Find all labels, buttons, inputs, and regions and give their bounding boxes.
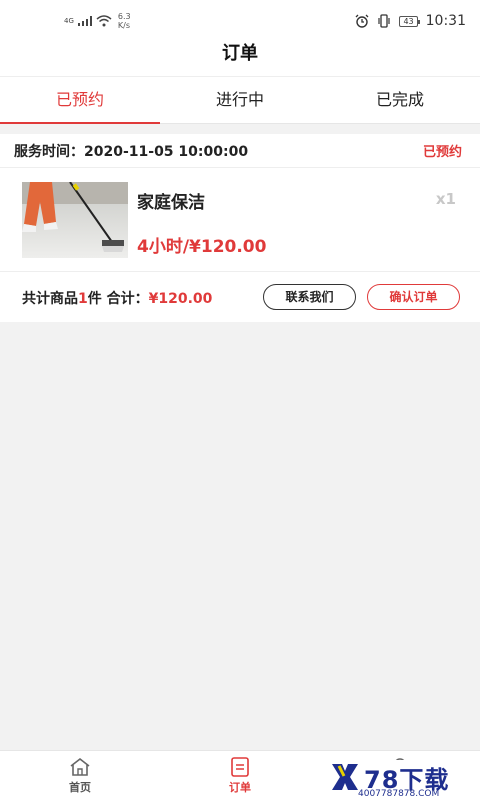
alarm-icon	[355, 14, 369, 28]
watermark-logo: 78下载 4007787878.COM	[328, 760, 480, 800]
clock: 10:31	[425, 13, 466, 29]
nav-orders[interactable]: 订单	[160, 751, 320, 800]
vibrate-icon	[378, 14, 391, 28]
order-item[interactable]: 家庭保洁 x1 4小时/¥120.00	[0, 168, 480, 272]
summary-label: 件 合计：	[87, 291, 149, 307]
summary-count: 1	[78, 291, 88, 307]
item-quantity: x1	[435, 190, 456, 208]
order-header: 服务时间：2020-11-05 10:00:00 已预约	[0, 134, 480, 168]
speed-unit: K/s	[117, 21, 130, 30]
wifi-icon	[96, 15, 112, 27]
service-time: 服务时间：2020-11-05 10:00:00	[14, 143, 249, 160]
order-footer: 共计商品1件 合计：¥120.00 联系我们 确认订单	[0, 272, 480, 322]
nav-home-label: 首页	[69, 781, 91, 794]
contact-us-button[interactable]: 联系我们	[263, 284, 356, 310]
status-left: 4G 6.3 K/s	[64, 12, 131, 30]
nav-home[interactable]: 首页	[0, 751, 160, 800]
confirm-order-button[interactable]: 确认订单	[367, 284, 460, 310]
order-card[interactable]: 服务时间：2020-11-05 10:00:00 已预约 家庭保洁 x1 4小时…	[0, 134, 480, 322]
tab-completed[interactable]: 已完成	[320, 77, 480, 123]
order-icon	[231, 757, 249, 777]
summary-prefix: 共计商品	[22, 291, 78, 307]
summary-total: ¥120.00	[148, 291, 213, 307]
home-icon	[70, 757, 90, 776]
service-name: 家庭保洁	[137, 193, 205, 213]
service-thumbnail	[22, 182, 128, 258]
nav-orders-label: 订单	[229, 781, 251, 794]
watermark-url: 4007787878.COM	[358, 789, 440, 799]
order-status-badge: 已预约	[422, 145, 462, 160]
page-title: 订单	[222, 43, 258, 64]
tab-in-progress[interactable]: 进行中	[160, 77, 320, 123]
network-speed: 6.3 K/s	[118, 12, 131, 30]
x-logo-icon	[332, 764, 358, 790]
order-tabs: 已预约 进行中 已完成	[0, 76, 480, 124]
service-price: 4小时/¥120.00	[137, 237, 267, 257]
signal-icon	[77, 16, 92, 26]
tab-booked[interactable]: 已预约	[0, 77, 160, 124]
header: 订单	[0, 34, 480, 76]
speed-value: 6.3	[117, 12, 131, 21]
status-right: 43 10:31	[355, 13, 466, 29]
network-type: 4G	[64, 16, 74, 25]
battery-icon: 43	[399, 15, 420, 27]
order-summary: 共计商品1件 合计：¥120.00	[22, 288, 212, 308]
